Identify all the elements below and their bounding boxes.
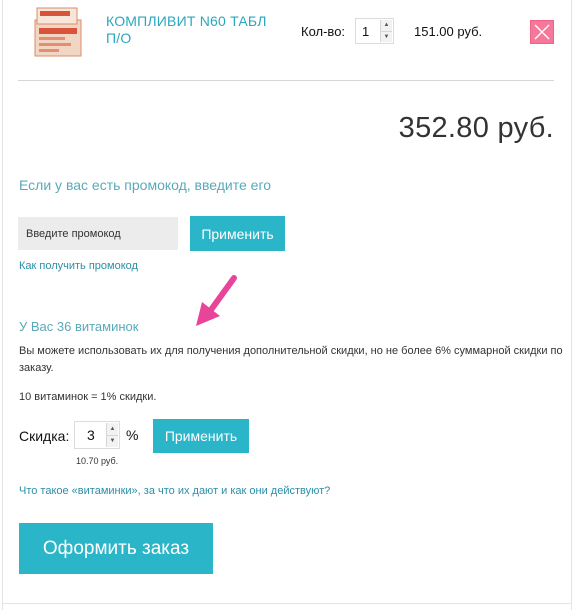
frame-bottom-border (2, 603, 572, 604)
quantity-label: Кол-во: (301, 24, 346, 39)
promo-heading: Если у вас есть промокод, введите его (19, 177, 272, 193)
quantity-stepper[interactable]: 1 ▲ ▼ (355, 18, 394, 44)
discount-spinner[interactable]: ▲ ▼ (106, 423, 118, 447)
decrement-arrow-icon[interactable]: ▼ (107, 435, 118, 447)
cart-item-row: КОМПЛИВИТ N60 ТАБЛ П/О Кол-во: 1 ▲ ▼ 151… (0, 0, 576, 74)
percent-sign: % (126, 427, 139, 443)
increment-arrow-icon[interactable]: ▲ (381, 20, 392, 31)
vitamins-heading: У Вас 36 витаминок (19, 319, 139, 334)
quantity-spinner[interactable]: ▲ ▼ (380, 20, 392, 42)
vitamins-description: Вы можете использовать их для получения … (19, 345, 563, 374)
product-name-link[interactable]: КОМПЛИВИТ N60 ТАБЛ П/О (106, 13, 276, 47)
remove-item-button[interactable] (530, 20, 554, 44)
promo-apply-button[interactable]: Применить (190, 216, 285, 251)
close-icon (534, 24, 550, 40)
discount-apply-button[interactable]: Применить (153, 419, 249, 453)
frame-left-border (2, 0, 3, 610)
frame-right-border (571, 0, 572, 610)
checkout-button[interactable]: Оформить заказ (19, 523, 213, 574)
pointer-arrow-icon (196, 275, 237, 326)
discount-stepper[interactable]: 3 ▲ ▼ (74, 421, 120, 449)
decrement-arrow-icon[interactable]: ▼ (381, 31, 392, 42)
quantity-value[interactable]: 1 (362, 24, 369, 39)
order-total: 352.80 руб. (398, 112, 554, 144)
discount-label: Скидка: (19, 428, 70, 444)
promo-help-link[interactable]: Как получить промокод (19, 260, 138, 272)
product-image[interactable] (34, 6, 84, 60)
promo-code-input[interactable] (18, 217, 178, 250)
discount-amount: 10.70 руб. (76, 456, 119, 466)
vitamins-rate: 10 витаминок = 1% скидки. (19, 391, 157, 403)
discount-value[interactable]: 3 (87, 427, 95, 443)
vitamins-help-link[interactable]: Что такое «витаминки», за что их дают и … (19, 485, 330, 497)
increment-arrow-icon[interactable]: ▲ (107, 423, 118, 435)
item-price: 151.00 руб. (414, 24, 483, 39)
divider (18, 80, 554, 81)
